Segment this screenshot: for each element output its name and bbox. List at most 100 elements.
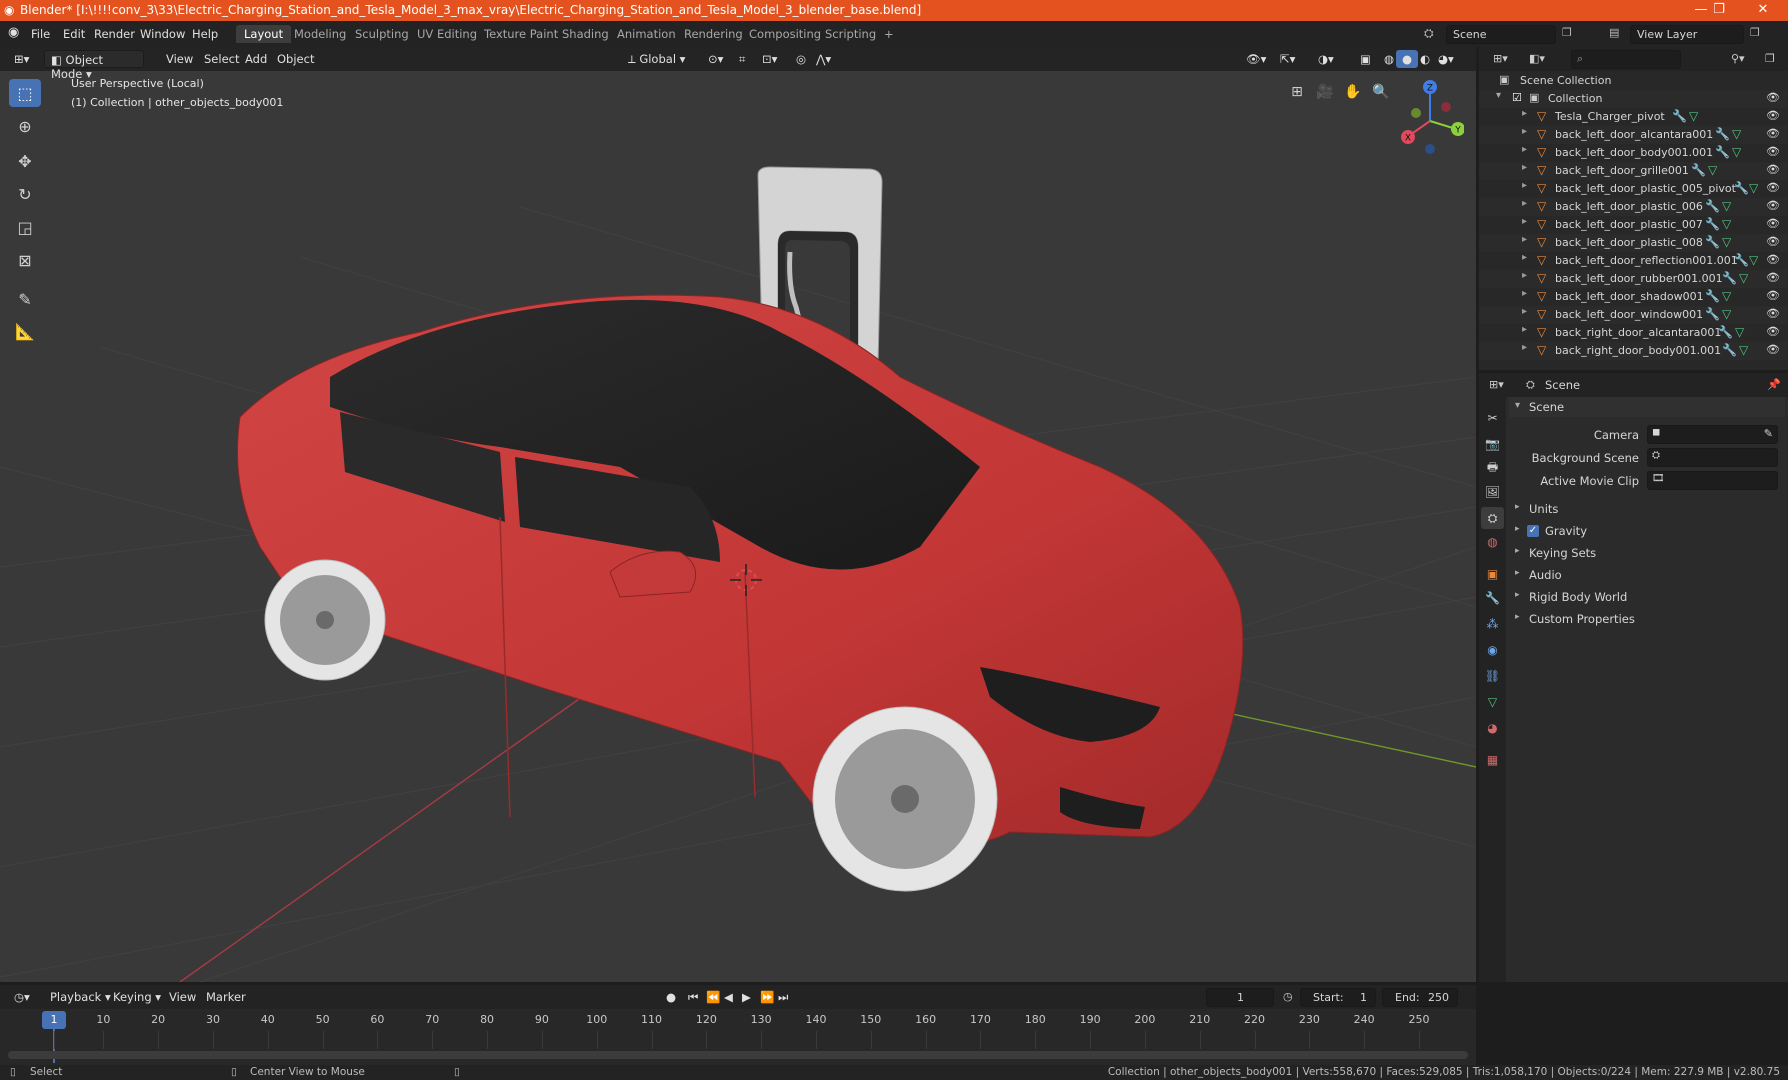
record-icon[interactable]: ● [660, 988, 682, 1006]
measure-tool[interactable]: 📐 [9, 317, 41, 345]
eye-icon[interactable]: 👁 [1766, 343, 1780, 356]
3d-viewport[interactable]: ⊞▾ ◧ Object Mode ▾ View Select Add Objec… [0, 47, 1476, 982]
overlays-icon[interactable]: ◑▾ [1312, 50, 1340, 68]
display-mode-icon[interactable]: ◧▾ [1529, 52, 1545, 65]
outliner-scene-collection[interactable]: ▣ Scene Collection [1479, 72, 1788, 90]
constraints-tab[interactable]: ⛓ [1481, 665, 1504, 687]
render-tab[interactable]: 📷 [1481, 433, 1504, 455]
new-collection-icon[interactable]: ❐ [1765, 52, 1775, 65]
list-item[interactable]: ▸ ▽ back_right_door_alcantara001 🔧 ▽ 👁 [1479, 324, 1788, 342]
close-button[interactable]: ✕ [1752, 2, 1774, 18]
eye-icon[interactable]: 👁 [1766, 145, 1780, 158]
list-item[interactable]: ▸ ▽ back_left_door_plastic_006 🔧 ▽ 👁 [1479, 198, 1788, 216]
rendered-shading-icon[interactable]: ◕▾ [1432, 50, 1460, 68]
expand-icon[interactable]: ▸ [1522, 342, 1527, 353]
texture-tab[interactable]: ▦ [1481, 749, 1504, 771]
new-scene-icon[interactable]: ❐ [1562, 26, 1572, 39]
transform-tool[interactable]: ⊠ [9, 246, 41, 274]
tab-uv-editing[interactable]: UV Editing [409, 25, 485, 43]
outliner-editor-icon[interactable]: ⊞▾ [1493, 52, 1508, 65]
custom-properties-panel[interactable]: ▸ Custom Properties [1509, 609, 1785, 629]
eye-icon[interactable]: 👁 [1766, 289, 1780, 302]
tab-animation[interactable]: Animation [609, 25, 684, 43]
cursor-tool[interactable]: ⊕ [9, 112, 41, 140]
world-tab[interactable]: ◍ [1481, 531, 1504, 553]
eye-icon[interactable]: 👁 [1766, 217, 1780, 230]
expand-icon[interactable]: ▸ [1522, 198, 1527, 209]
rotate-tool[interactable]: ↻ [9, 180, 41, 208]
eye-icon[interactable]: 👁 [1766, 163, 1780, 176]
keying-sets-panel[interactable]: ▸ Keying Sets [1509, 543, 1785, 563]
modifiers-tab[interactable]: 🔧 [1481, 587, 1504, 609]
tool-tab[interactable]: ✂ [1481, 407, 1504, 429]
editor-type-icon[interactable]: ⊞▾ [8, 50, 35, 68]
start-frame-field[interactable]: Start: 1 [1300, 988, 1376, 1007]
expand-collection-icon[interactable]: ▾ [1496, 90, 1501, 101]
scene-panel-header[interactable]: ▾ Scene [1509, 397, 1785, 417]
view-layer-tab[interactable]: 🖼 [1481, 481, 1504, 503]
menu-playback[interactable]: Playback ▾ [44, 988, 117, 1006]
annotate-tool[interactable]: ✎ [9, 285, 41, 313]
menu-keying[interactable]: Keying ▾ [107, 988, 167, 1006]
tab-layout[interactable]: Layout [236, 25, 292, 43]
xray-icon[interactable]: ▣ [1354, 50, 1377, 68]
expand-icon[interactable]: ▸ [1522, 108, 1527, 119]
view-layer-selector[interactable]: View Layer [1630, 25, 1744, 44]
snap-icon[interactable]: ⌗ [733, 50, 751, 68]
expand-icon[interactable]: ▸ [1522, 306, 1527, 317]
filter-icon[interactable]: ⚲▾ [1731, 52, 1745, 65]
eyedropper-icon[interactable]: ✎ [1764, 427, 1773, 440]
eye-icon[interactable]: 👁 [1766, 199, 1780, 212]
camera-field[interactable]: ◼ ✎ [1647, 425, 1778, 444]
list-item[interactable]: ▸ ▽ back_left_door_reflection001.001 🔧 ▽ 👁 [1479, 252, 1788, 270]
current-frame-field[interactable]: 1 [1206, 988, 1274, 1007]
tab-sculpting[interactable]: Sculpting [347, 25, 417, 43]
eye-icon[interactable]: 👁 [1766, 181, 1780, 194]
expand-icon[interactable]: ▸ [1522, 162, 1527, 173]
proportional-edit-icon[interactable]: ◎ [790, 50, 812, 68]
menu-timeline-view[interactable]: View [163, 988, 202, 1006]
scale-tool[interactable]: ◲ [9, 213, 41, 241]
mode-selector[interactable]: ◧ Object Mode ▾ [44, 50, 144, 81]
expand-icon[interactable]: ▸ [1522, 252, 1527, 263]
tab-rendering[interactable]: Rendering [676, 25, 751, 43]
add-workspace-button[interactable]: + [876, 25, 902, 43]
select-box-tool[interactable]: ⬚ [9, 79, 41, 107]
physics-tab[interactable]: ◉ [1481, 639, 1504, 661]
expand-icon[interactable]: ▸ [1522, 270, 1527, 281]
menu-help[interactable]: Help [192, 27, 218, 41]
rigid-body-world-panel[interactable]: ▸ Rigid Body World [1509, 587, 1785, 607]
eye-icon[interactable]: 👁 [1766, 235, 1780, 248]
expand-icon[interactable]: ▸ [1522, 126, 1527, 137]
eye-icon[interactable]: 👁 [1766, 127, 1780, 140]
properties-editor-icon[interactable]: ⊞▾ [1489, 378, 1504, 391]
toggle-grid-view-icon[interactable]: ⊞ [1285, 80, 1309, 104]
tab-texture-paint[interactable]: Texture Paint [476, 25, 566, 43]
expand-icon[interactable]: ▸ [1522, 216, 1527, 227]
list-item[interactable]: ▸ ▽ back_left_door_alcantara001 🔧 ▽ 👁 [1479, 126, 1788, 144]
data-tab[interactable]: ▽ [1481, 691, 1504, 713]
menu-view[interactable]: View [160, 50, 199, 68]
falloff-icon[interactable]: ⋀▾ [810, 50, 837, 68]
orientation-gizmo[interactable]: Z Y X [1396, 77, 1464, 157]
units-panel[interactable]: ▸ Units [1509, 499, 1785, 519]
visibility-icon[interactable]: 👁▾ [1240, 50, 1272, 68]
menu-marker[interactable]: Marker [200, 988, 252, 1006]
snap-target-icon[interactable]: ⊡▾ [756, 50, 783, 68]
timeline-scrollbar[interactable] [8, 1051, 1468, 1059]
list-item[interactable]: ▸ ▽ back_left_door_window001 🔧 ▽ 👁 [1479, 306, 1788, 324]
move-tool[interactable]: ✥ [9, 147, 41, 175]
menu-render[interactable]: Render [94, 27, 135, 41]
list-item[interactable]: ▸ ▽ back_left_door_plastic_008 🔧 ▽ 👁 [1479, 234, 1788, 252]
new-view-layer-icon[interactable]: ❐ [1750, 26, 1760, 39]
active-movie-clip-field[interactable]: 🎞 [1647, 471, 1778, 490]
list-item[interactable]: ▸ ▽ back_left_door_body001.001 🔧 ▽ 👁 [1479, 144, 1788, 162]
menu-object[interactable]: Object [271, 50, 320, 68]
pivot-point-icon[interactable]: ⊙▾ [702, 50, 729, 68]
collection-checkbox[interactable]: ☑ [1512, 91, 1522, 104]
expand-icon[interactable]: ▸ [1522, 234, 1527, 245]
audio-panel[interactable]: ▸ Audio [1509, 565, 1785, 585]
gravity-panel[interactable]: ▸ ✓ Gravity [1509, 521, 1785, 541]
pan-view-icon[interactable]: ✋ [1341, 80, 1365, 104]
zoom-view-icon[interactable]: 🔍 [1369, 80, 1393, 104]
